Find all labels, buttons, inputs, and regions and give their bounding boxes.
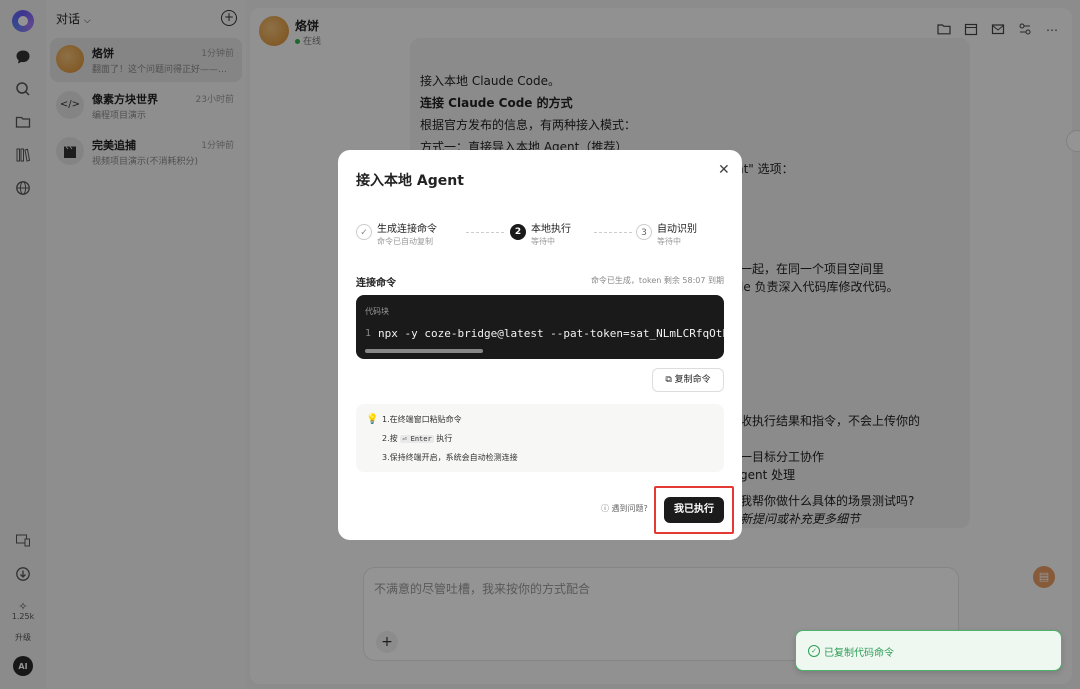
close-icon[interactable]: ✕	[718, 162, 730, 178]
question-icon: ⓘ	[601, 504, 609, 513]
copy-button-label: 复制命令	[674, 375, 711, 385]
horizontal-scrollbar[interactable]	[365, 349, 483, 353]
instructions-box: 💡 1.在终端窗口粘贴命令 2.按 ⏎ Enter 执行 3.保持终端开启，系统…	[356, 404, 724, 472]
copy-command-button[interactable]: ⧉ 复制命令	[652, 368, 724, 392]
step-connector	[466, 232, 504, 233]
check-circle-icon: ✓	[808, 645, 820, 657]
toast-text: 已复制代码命令	[824, 648, 894, 659]
code-block[interactable]: 代码块 1 npx -y coze-bridge@latest --pat-to…	[356, 295, 724, 359]
step-label: 自动识别	[657, 224, 697, 235]
toast-notification: ✓ 已复制代码命令	[795, 630, 1062, 671]
step-number: 3	[636, 224, 652, 240]
connect-agent-dialog: 接入本地 Agent ✕ ✓ 生成连接命令 命令已自动复制 2 本地执行 等待中…	[338, 150, 742, 540]
enter-key: ⏎ Enter	[400, 435, 434, 443]
dialog-title: 接入本地 Agent	[356, 173, 464, 189]
help-label: 遇到问题?	[611, 504, 648, 513]
check-icon: ✓	[356, 224, 372, 240]
token-expiry: 命令已生成，token 剩余 58:07 到期	[590, 276, 724, 285]
step-number: 2	[510, 224, 526, 240]
lightbulb-icon: 💡	[366, 414, 379, 425]
instruction-step: 2.按 ⏎ Enter 执行	[382, 433, 452, 444]
code-block-header: 代码块	[365, 307, 389, 316]
step-label: 本地执行	[531, 224, 571, 235]
step-status: 命令已自动复制	[377, 237, 433, 246]
confirm-executed-button[interactable]: 我已执行	[664, 497, 724, 523]
instruction-step: 1.在终端窗口粘贴命令	[382, 415, 462, 424]
step-status: 等待中	[531, 237, 555, 246]
command-label: 连接命令	[356, 278, 396, 289]
instruction-text: 2.按	[382, 434, 398, 443]
instruction-step: 3.保持终端开启，系统会自动检测连接	[382, 453, 518, 462]
help-link[interactable]: ⓘ 遇到问题?	[601, 503, 648, 514]
step-label: 生成连接命令	[377, 224, 437, 235]
instruction-text: 执行	[436, 434, 453, 443]
step-status: 等待中	[657, 237, 681, 246]
line-number: 1	[365, 328, 372, 339]
step-connector	[594, 232, 632, 233]
copy-icon: ⧉	[665, 375, 672, 385]
connect-command[interactable]: npx -y coze-bridge@latest --pat-token=sa…	[378, 327, 724, 340]
